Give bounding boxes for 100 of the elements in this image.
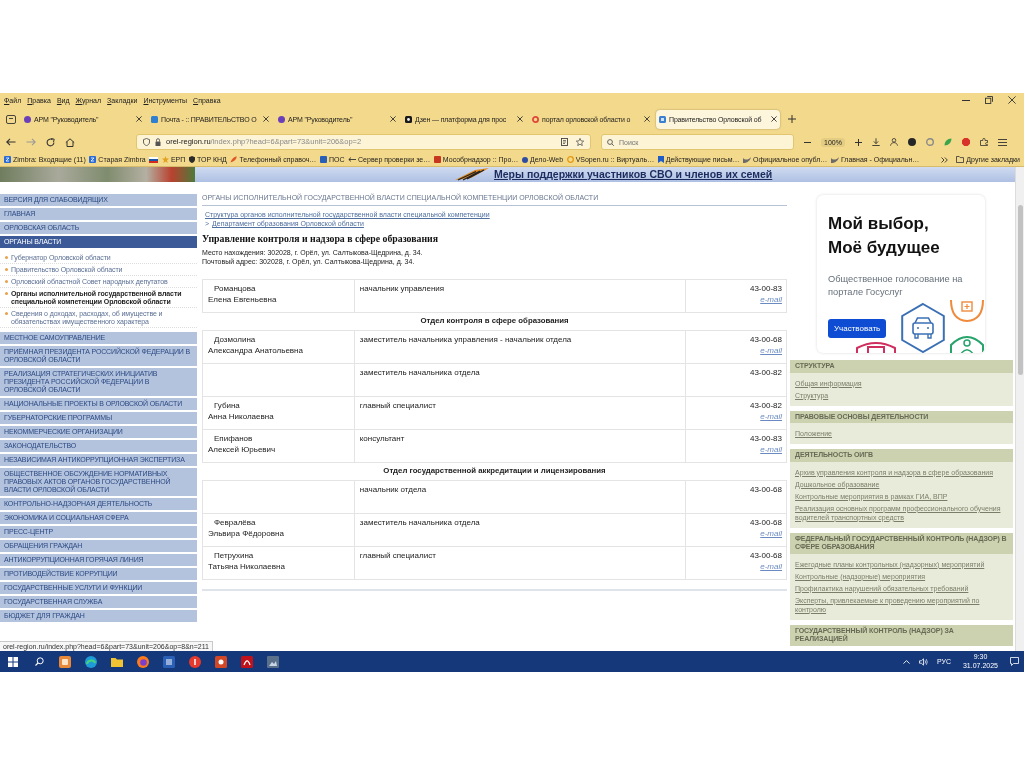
position-text: заместитель начальника отдела [359,518,480,527]
arch-drawing [855,341,897,353]
reload-icon[interactable] [46,137,55,147]
wing-icon [830,156,839,163]
ribbon-icon [455,167,489,182]
shield-icon [188,156,195,163]
folder-icon[interactable] [111,656,123,667]
dot-icon [24,115,31,123]
person-name: Губина Анна Николаевна [208,400,274,422]
flag-icon[interactable] [149,156,159,163]
position-text: главный специалист [359,401,436,410]
slides-tile-icon[interactable] [215,655,227,668]
position-text: главный специалист [359,551,436,560]
plus-icon[interactable] [788,115,796,123]
disc-icon[interactable] [189,655,201,668]
tile-icon [433,156,441,163]
arrow-icon [348,157,357,162]
notification-icon[interactable] [1010,657,1019,666]
scrollbar-thumb[interactable] [1017,205,1023,375]
person-name: Епифанов Алексей Юрьевич [208,433,276,455]
tile-icon[interactable] [241,655,253,668]
lock-icon [155,138,161,146]
participate-button[interactable]: Участвовать [828,319,887,338]
speaker-icon[interactable] [918,657,928,666]
email-link[interactable]: e-mail [760,528,782,539]
ad-title: Мой выбор, Моё будущее [828,213,941,259]
tile-icon [659,115,666,123]
phone-text: 43-00-83 [749,433,782,444]
dot-icon [278,115,285,123]
restore-icon[interactable] [985,96,993,104]
windows-logo-icon[interactable] [8,656,18,667]
feather-icon [230,156,238,163]
email-link[interactable]: e-mail [760,294,782,305]
chevron-up-icon[interactable] [902,659,910,664]
position-text: начальник управления [359,284,445,293]
menu-icon[interactable] [997,138,1007,146]
dot-icon [521,156,528,163]
orb-icon[interactable] [137,655,149,668]
ad-text: Общественное голосование на портале Госуслуг [828,273,964,298]
phone-text: 43-00-68 [749,334,782,345]
download-icon[interactable] [871,138,880,146]
phone-text: 43-00-68 [749,550,782,561]
home-icon[interactable] [65,137,75,147]
close-icon[interactable] [263,116,269,122]
person-name: Февралёва Эльвира Фёдоровна [208,517,284,539]
phone-text: 43-00-82 [749,400,782,411]
tile-icon [89,156,97,163]
email-link[interactable]: e-mail [760,411,782,422]
scrollbar[interactable] [1015,167,1024,651]
email-link[interactable]: e-mail [760,444,782,455]
search-icon[interactable] [34,657,44,666]
tile-icon [319,156,327,163]
close-icon[interactable] [517,116,523,122]
close-icon[interactable] [136,116,142,122]
page-icon[interactable] [561,138,568,146]
close-icon[interactable] [644,116,650,122]
close-icon[interactable] [1008,96,1016,104]
back-icon[interactable] [6,138,16,146]
phone-text: 43-00-83 [749,283,782,294]
person-name: Романцова Елена Евгеньевна [208,283,277,305]
tile-icon [151,115,158,123]
app-tile-icon[interactable] [59,655,71,668]
position-text: консультант [359,434,405,443]
position-text: заместитель начальника управления - начальник отдела [359,335,572,344]
close-icon[interactable] [771,116,777,122]
phone-text: 43-00-82 [749,367,782,378]
banner-title[interactable]: Меры поддержки участников СВО и членов их семей [494,168,773,181]
ring-icon [532,115,539,123]
picture-tile-icon[interactable] [267,655,279,668]
tile-icon [4,156,11,163]
bullet-icon [5,312,8,315]
person-name: Дозмолина Александра Анатольевна [208,334,303,356]
wing-icon [743,156,752,163]
person-icon[interactable] [889,138,898,146]
document-tile-icon[interactable] [163,655,175,668]
email-link[interactable]: e-mail [760,561,782,572]
search-icon [607,138,614,146]
chevron-double-icon[interactable] [941,156,949,163]
bullet-icon [5,256,8,259]
tab-list-icon[interactable] [6,114,16,124]
stop-sign-icon[interactable] [961,138,970,146]
folder-icon [956,156,965,163]
close-icon[interactable] [390,116,396,122]
bookmark-icon [657,156,664,163]
tile-icon [405,115,412,123]
star-icon[interactable] [576,138,584,146]
puzzle-icon[interactable] [979,138,988,146]
position-text: начальник отдела [359,485,427,494]
minus-icon[interactable] [804,141,811,143]
star-icon [161,156,169,163]
disc-icon[interactable] [907,138,916,146]
phone-text: 43-00-68 [749,484,782,495]
bullet-icon [5,268,8,271]
page-heading: Управление контроля и надзора в сфере образования [202,233,438,245]
plus-icon[interactable] [854,138,862,146]
email-link[interactable]: e-mail [760,345,782,356]
ring-icon [566,156,574,163]
person-name: Петрухина Татьяна Николаевна [208,550,285,572]
minimize-icon[interactable] [962,99,970,101]
arc-disc-icon[interactable] [85,655,97,668]
